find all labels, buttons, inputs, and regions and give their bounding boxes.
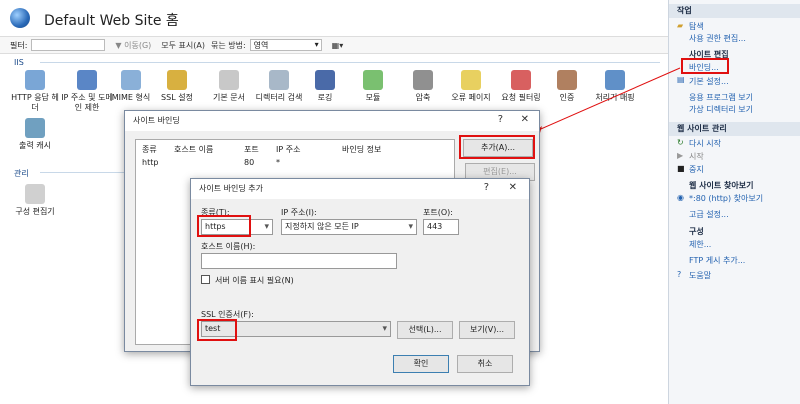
http-headers-icon <box>25 70 45 90</box>
row-port: 80 <box>244 158 255 167</box>
feature-error-pages[interactable]: 오류 페이지 <box>444 70 498 103</box>
sni-label: 서버 이름 표시 필요(N) <box>215 276 294 285</box>
browse-80-link[interactable]: *:80 (http) 찾아보기 <box>689 193 763 204</box>
browse-website-header: 웹 사이트 찾아보기 <box>689 181 754 190</box>
restart-icon: ↻ <box>677 138 684 147</box>
feature-http-headers[interactable]: HTTP 응답 헤더 <box>8 70 62 113</box>
feature-default-document[interactable]: 기본 문서 <box>202 70 256 103</box>
mime-icon <box>121 70 141 90</box>
show-all-button[interactable]: 모두 표시(A) <box>161 40 205 51</box>
section-divider <box>40 172 130 173</box>
actions-header: 작업 <box>669 4 800 18</box>
modules-icon <box>363 70 383 90</box>
stop-icon: ■ <box>677 164 685 173</box>
group-by-label: 묶는 방법: <box>210 40 246 50</box>
col-host: 호스트 이름 <box>174 145 214 154</box>
annotation-arrow <box>532 67 681 134</box>
page-title: Default Web Site 홈 <box>44 13 179 29</box>
help-icon: ? <box>677 270 682 279</box>
logging-icon <box>315 70 335 90</box>
help-icon[interactable]: ? <box>484 182 489 193</box>
sni-checkbox[interactable] <box>201 275 210 284</box>
explore-link[interactable]: 탐색 <box>689 21 704 32</box>
error-page-icon <box>461 70 481 90</box>
host-input[interactable] <box>201 253 397 269</box>
col-info: 바인딩 정보 <box>342 145 382 154</box>
close-icon[interactable]: ✕ <box>521 114 529 125</box>
ip-select[interactable]: 지정하지 않은 모든 IP <box>281 219 417 235</box>
port-label: 포트(O): <box>423 208 453 217</box>
feature-logging[interactable]: 로깅 <box>298 70 352 103</box>
row-type: http <box>142 158 159 167</box>
folder-icon: ▰ <box>677 21 684 30</box>
view-virtual-directories-link[interactable]: 가상 디렉터리 보기 <box>689 104 753 115</box>
lock-icon <box>167 70 187 90</box>
go-button[interactable]: ▼ 이동(G) <box>115 40 151 51</box>
config-editor-icon <box>25 184 45 204</box>
highlight-box <box>197 215 251 237</box>
restart-link[interactable]: 다시 시작 <box>689 138 721 149</box>
select-button[interactable]: 선택(L)... <box>397 321 453 339</box>
section-management: 관리 <box>14 169 29 178</box>
ok-button[interactable]: 확인 <box>393 355 449 373</box>
globe-icon <box>10 8 30 28</box>
add-site-binding-dialog: 사이트 바인딩 추가 ? ✕ 종류(T): https IP 주소(I): 지정… <box>190 178 530 386</box>
feature-modules[interactable]: 모듈 <box>346 70 400 103</box>
highlight-box <box>459 135 535 159</box>
directory-icon <box>269 70 289 90</box>
feature-output-caching[interactable]: 출력 캐시 <box>8 118 62 151</box>
view-toggle-icon[interactable]: ▦▾ <box>332 41 344 50</box>
view-applications-link[interactable]: 응용 프로그램 보기 <box>689 92 753 103</box>
ip-label: IP 주소(I): <box>281 208 317 217</box>
feature-config-editor[interactable]: 구성 편집기 <box>8 184 62 217</box>
section-iis: IIS <box>14 58 24 67</box>
filter-input[interactable] <box>31 39 106 51</box>
dialog-title: 사이트 바인딩 <box>125 111 539 131</box>
document-icon <box>219 70 239 90</box>
host-label: 호스트 이름(H): <box>201 242 256 251</box>
limits-link[interactable]: 제한... <box>689 239 711 250</box>
stop-link[interactable]: 중지 <box>689 164 704 175</box>
col-port: 포트 <box>244 145 259 154</box>
ip-restrictions-icon <box>77 70 97 90</box>
basic-settings-link[interactable]: 기본 설정... <box>689 76 729 87</box>
help-icon[interactable]: ? <box>498 114 503 125</box>
advanced-settings-link[interactable]: 고급 설정... <box>689 209 729 220</box>
help-link[interactable]: 도움말 <box>689 270 711 281</box>
feature-ssl-settings[interactable]: SSL 설정 <box>150 70 204 103</box>
feature-compression[interactable]: 압축 <box>396 70 450 103</box>
port-input[interactable]: 443 <box>423 219 459 235</box>
filter-bar: 필터: ▼ 이동(G) 모두 표시(A) 묶는 방법: 영역 ▦▾ <box>0 36 668 54</box>
view-button[interactable]: 보기(V)... <box>459 321 515 339</box>
dialog-title: 사이트 바인딩 추가 <box>191 179 529 199</box>
filter-icon <box>511 70 531 90</box>
start-link[interactable]: 시작 <box>689 151 704 162</box>
add-ftp-link[interactable]: FTP 게시 추가... <box>689 255 745 266</box>
col-type: 종류 <box>142 145 157 154</box>
configure-header: 구성 <box>689 227 704 236</box>
cancel-button[interactable]: 취소 <box>457 355 513 373</box>
page-header: Default Web Site 홈 <box>0 0 668 36</box>
filter-label: 필터: <box>10 40 28 50</box>
start-icon: ▶ <box>677 151 684 160</box>
row-ip: * <box>276 158 280 167</box>
highlight-box <box>197 319 237 341</box>
edit-permissions-link[interactable]: 사용 권한 편집... <box>689 33 746 44</box>
cache-icon <box>25 118 45 138</box>
col-ip: IP 주소 <box>276 145 301 154</box>
close-icon[interactable]: ✕ <box>509 182 517 193</box>
browse-icon: ◉ <box>677 193 684 202</box>
group-by-select[interactable]: 영역 <box>249 39 322 51</box>
compression-icon <box>413 70 433 90</box>
